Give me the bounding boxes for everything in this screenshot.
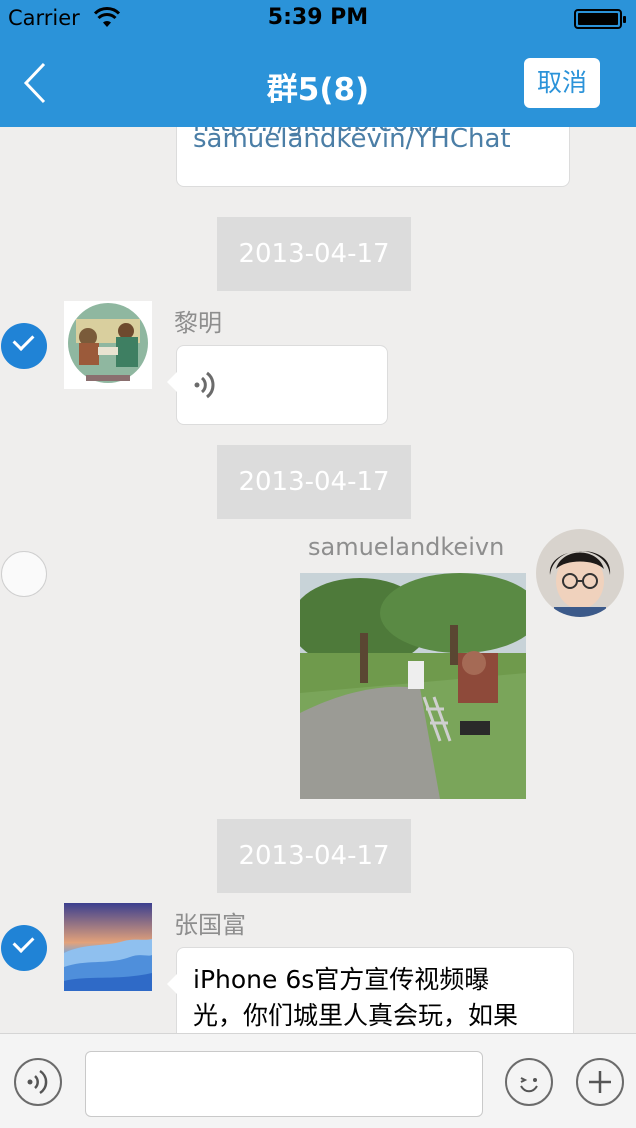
avatar[interactable] bbox=[64, 903, 152, 991]
message-text-field[interactable] bbox=[86, 1052, 482, 1116]
clock: 5:39 PM bbox=[267, 5, 369, 30]
text-message-bubble[interactable]: iPhone 6s官方宣传视频曝 光，你们城里人真会玩，如果 bbox=[167, 947, 574, 1033]
plus-icon bbox=[589, 1071, 611, 1093]
date-separator: 2013-04-17 bbox=[217, 819, 411, 893]
emoji-icon bbox=[520, 1077, 538, 1093]
link-message-bubble[interactable]: https://github.com/ samuelandkevin/YHCha… bbox=[176, 127, 570, 187]
photo-message[interactable] bbox=[300, 573, 526, 799]
sender-name: 黎明 bbox=[174, 309, 222, 337]
select-checkbox-checked[interactable] bbox=[1, 323, 47, 369]
avatar[interactable] bbox=[536, 529, 624, 617]
emoji-button[interactable] bbox=[505, 1058, 553, 1106]
nav-bar: 群5(8) 取消 bbox=[0, 40, 636, 127]
message-text-line1: iPhone 6s官方宣传视频曝 bbox=[193, 965, 490, 994]
top-bar: Carrier 5:39 PM 群5(8) 取消 bbox=[0, 0, 636, 127]
status-bar: Carrier 5:39 PM bbox=[0, 0, 636, 40]
voice-wave-icon bbox=[194, 371, 215, 399]
avatar[interactable] bbox=[64, 301, 152, 389]
add-button[interactable] bbox=[576, 1058, 624, 1106]
message-input[interactable] bbox=[85, 1051, 483, 1117]
date-separator: 2013-04-17 bbox=[217, 217, 411, 291]
cancel-button[interactable]: 取消 bbox=[524, 58, 600, 108]
chat-list[interactable]: https://github.com/ samuelandkevin/YHCha… bbox=[0, 127, 636, 1033]
message-text-line2: 光，你们城里人真会玩，如果 bbox=[193, 1001, 519, 1030]
battery-icon bbox=[574, 9, 626, 29]
voice-message-bubble[interactable] bbox=[167, 345, 388, 425]
link-text-line2[interactable]: samuelandkevin/YHChat bbox=[193, 127, 511, 154]
sender-name: 张国富 bbox=[174, 911, 246, 939]
sender-name: samuelandkeivn bbox=[308, 533, 505, 561]
input-toolbar bbox=[0, 1033, 636, 1128]
select-checkbox-unchecked[interactable] bbox=[1, 551, 47, 597]
date-separator: 2013-04-17 bbox=[217, 445, 411, 519]
voice-input-button[interactable] bbox=[14, 1058, 62, 1106]
select-checkbox-checked[interactable] bbox=[1, 925, 47, 971]
voice-wave-icon bbox=[27, 1069, 48, 1095]
